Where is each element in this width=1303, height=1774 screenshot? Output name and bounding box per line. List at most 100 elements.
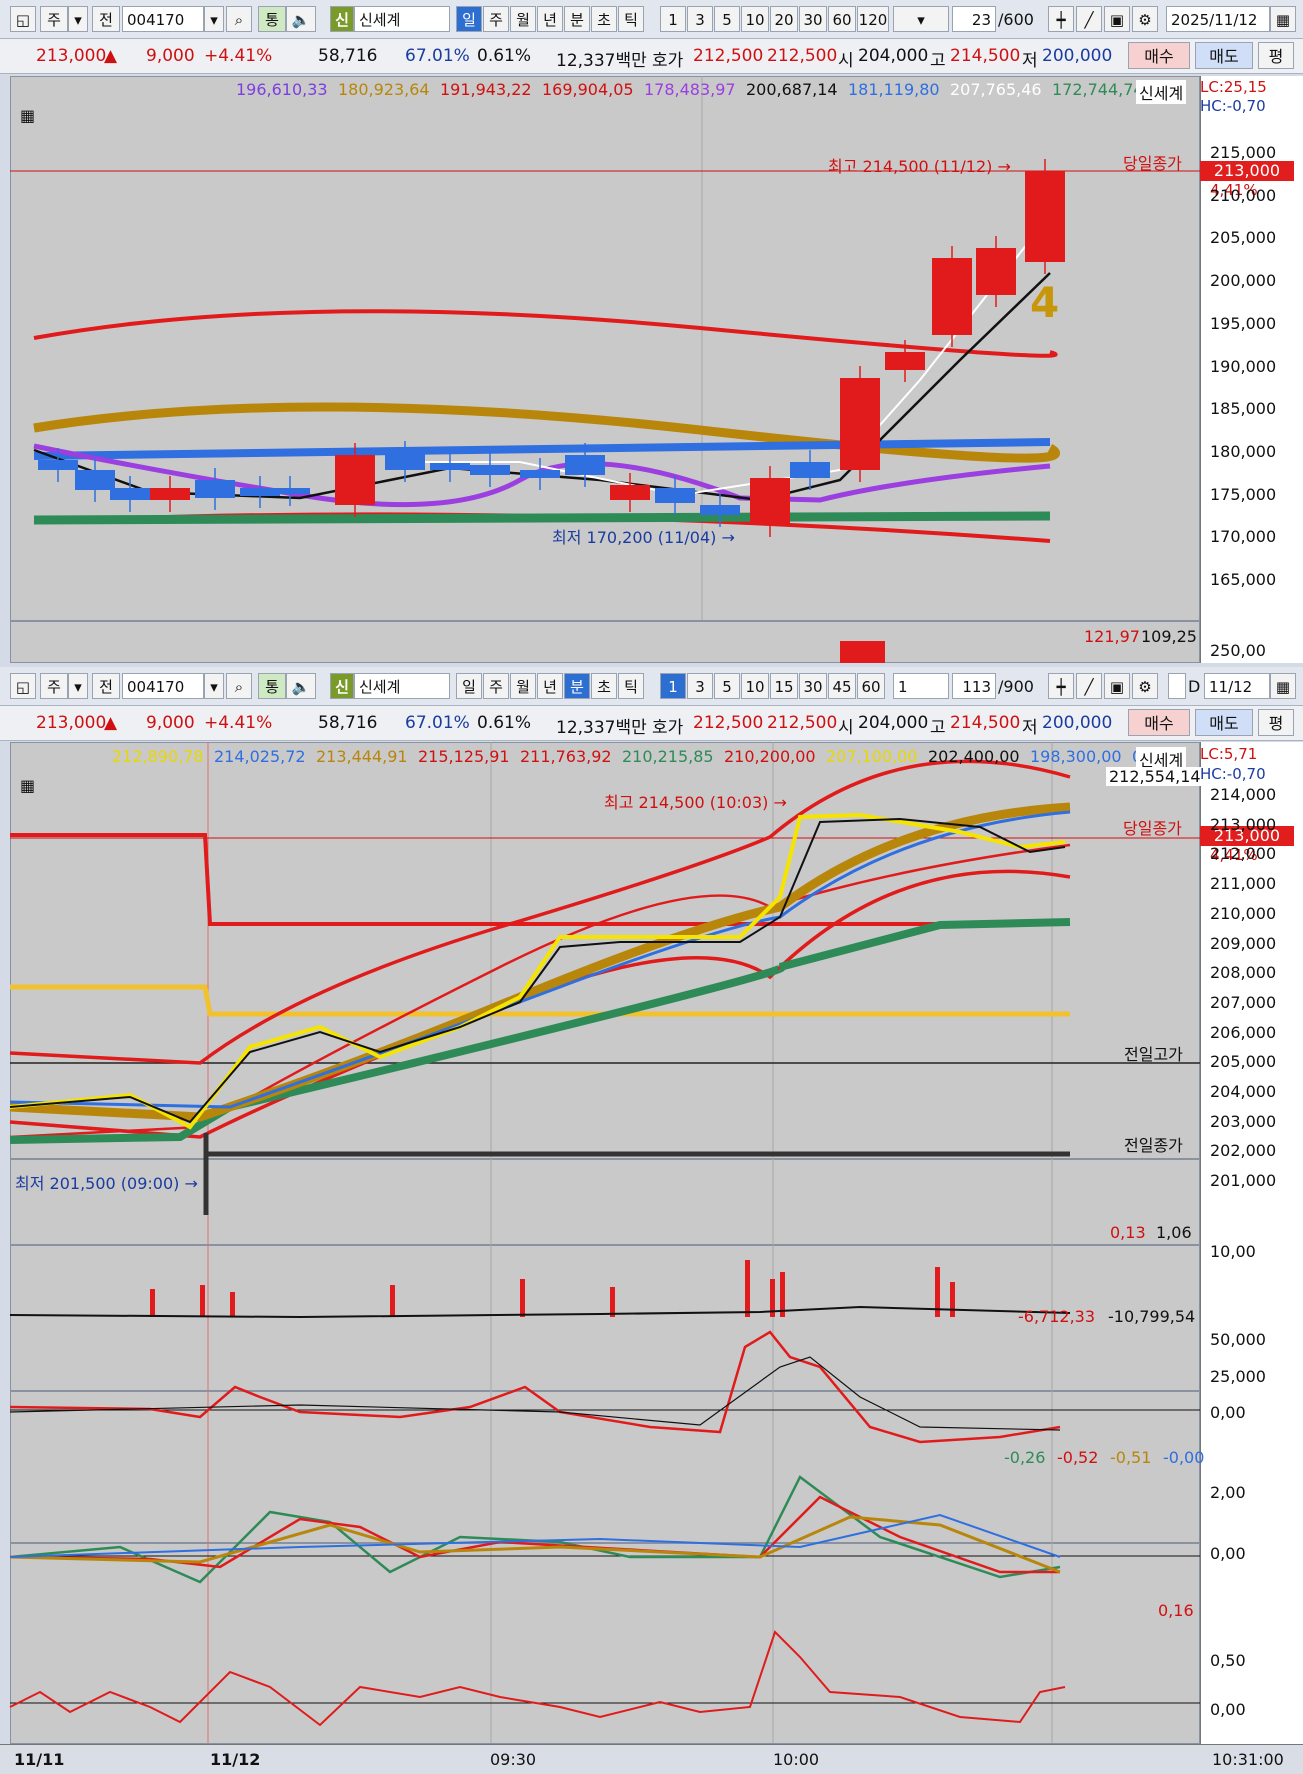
volume-tick: 10,00 — [1210, 1242, 1256, 1261]
daily-low-note: 최저 170,200 (11/04) → — [552, 528, 735, 547]
ma-legend-value: 172,744,74 — [1052, 80, 1144, 99]
y-tick: 214,000 — [1210, 785, 1277, 804]
daily-sub-value-2: 109,25 — [1141, 627, 1197, 646]
time-label: 10:31:00 — [1212, 1750, 1284, 1769]
upper-band — [9, 759, 1071, 1065]
daily-close-price-box: 213,000 — [1200, 161, 1294, 181]
daily-stock-label: 신세계 — [1136, 80, 1187, 104]
y-tick: 200,000 — [1210, 271, 1277, 291]
ma-legend-value: 207,765,46 — [950, 80, 1042, 99]
y-tick: 170,000 — [1210, 527, 1277, 547]
y-tick: 212,000 — [1210, 844, 1277, 864]
ma-legend-value: 202,400,00 — [928, 747, 1020, 766]
candle-body — [976, 248, 1016, 295]
y-tick: 50,000 — [1210, 1330, 1266, 1349]
volume-bar — [950, 1282, 955, 1317]
volume-bar — [150, 1289, 155, 1317]
y-tick: 25,000 — [1210, 1366, 1266, 1386]
candle-body — [150, 488, 190, 500]
y-tick: 0,00 — [1210, 1544, 1246, 1563]
macd-green — [9, 1475, 1061, 1584]
y-tick: 201,000 — [1210, 1171, 1277, 1191]
daily-chart-panel: ◱ 주 ▾ 전 004170 ▾ ⌕ 통 🔈 신 신세계 일주월년분초틱 135… — [0, 0, 1303, 665]
candle-body — [655, 488, 695, 503]
candle-body — [700, 505, 740, 515]
daily-big-number: 4 — [1030, 278, 1060, 327]
y-tick: 190,000 — [1210, 356, 1277, 376]
ma-legend-value: 169,904,05 — [542, 80, 634, 99]
y-tick: 210,000 — [1210, 903, 1277, 923]
minute-prev-close-label: 전일종가 — [1124, 1136, 1183, 1155]
ma-legend-value: 212,890,78 — [112, 747, 204, 766]
daily-chart-svg — [10, 76, 1200, 663]
candle-body — [195, 480, 235, 498]
y-tick: 213,000 — [1210, 814, 1277, 834]
minute-high-note: 최고 214,500 (10:03) → — [604, 793, 787, 812]
volume-bar — [230, 1292, 235, 1317]
volume-ma — [9, 1305, 1071, 1319]
ma-legend-value: 211,763,92 — [520, 747, 612, 766]
candle-body — [1025, 171, 1065, 262]
y-tick: 205,000 — [1210, 228, 1277, 248]
candle-body — [335, 455, 375, 505]
y-tick: 204,000 — [1210, 1082, 1277, 1101]
daily-hc: HC:-0,70 — [1200, 97, 1266, 115]
candle-body — [38, 460, 78, 470]
ma-legend-value: 191,943,22 — [440, 80, 532, 99]
daily-close-label: 당일종가 — [1123, 154, 1182, 173]
last-line — [9, 1630, 1066, 1727]
daily-high-note: 최고 214,500 (11/12) → — [828, 157, 1011, 176]
daily-sub-tick: 250,00 — [1210, 641, 1266, 660]
y-tick: 211,000 — [1210, 874, 1277, 894]
candle-body — [840, 378, 880, 470]
ma-legend-value: 215,125,91 — [418, 747, 510, 766]
ma-legend-value: 214,025,72 — [214, 747, 306, 766]
x-label-11-11: 11/11 — [14, 1750, 65, 1769]
candle-body — [110, 488, 150, 500]
ma-legend-value: 210,215,85 — [622, 747, 714, 766]
last-value: 0,16 — [1158, 1601, 1194, 1620]
upper-band — [33, 309, 1058, 358]
step-red — [10, 833, 1070, 926]
ma-yellow — [9, 812, 1066, 1130]
minute-chart-panel: ◱ 주 ▾ 전 004170 ▾ ⌕ 통 🔈 신 신세계 일주월년분초틱 135… — [0, 667, 1303, 1773]
y-tick: 195,000 — [1210, 313, 1277, 333]
osc-line-red — [9, 1330, 1061, 1444]
ma-green — [33, 511, 1051, 525]
candle-body — [520, 470, 560, 478]
y-tick: 206,000 — [1210, 1022, 1277, 1042]
ma-legend-value: 210,200,00 — [724, 747, 816, 766]
daily-lc: LC:25,15 — [1200, 78, 1267, 96]
volume-bar — [200, 1285, 205, 1317]
ma-legend-value: 213,444,91 — [316, 747, 408, 766]
minute-lc: LC:5,71 — [1200, 745, 1258, 763]
minute-prev-high-label: 전일고가 — [1124, 1045, 1183, 1064]
macd-legend-value: -0,52 — [1057, 1448, 1099, 1467]
ma-gold — [9, 802, 1071, 1122]
minute-close-label: 당일종가 — [1123, 819, 1182, 838]
minute-chart-svg — [9, 742, 1200, 1743]
y-tick: 202,000 — [1210, 1141, 1277, 1161]
y-tick: 215,000 — [1210, 143, 1277, 162]
macd-legend-value: -0,00 — [1163, 1448, 1205, 1467]
y-tick: 207,000 — [1210, 992, 1277, 1012]
grid-toggle-icon[interactable]: ▦ — [20, 776, 35, 795]
y-tick: 210,000 — [1210, 185, 1277, 205]
y-tick: 165,000 — [1210, 570, 1277, 589]
y-tick: 185,000 — [1210, 399, 1277, 419]
candle-body — [885, 352, 925, 370]
macd-legend-value: -0,26 — [1004, 1448, 1046, 1467]
x-label-0930: 09:30 — [490, 1750, 537, 1769]
ma-legend-value: 200,687,14 — [746, 80, 838, 99]
volume-bar — [745, 1260, 750, 1317]
y-tick: 205,000 — [1210, 1052, 1277, 1072]
ma-legend-value: 178,483,97 — [644, 80, 736, 99]
y-tick: 203,000 — [1210, 1111, 1277, 1131]
lower-band — [9, 869, 1071, 1139]
y-tick: 209,000 — [1210, 933, 1277, 953]
volume-bar — [390, 1285, 395, 1317]
y-tick: 175,000 — [1210, 484, 1277, 504]
minute-extra-value: 212,554,14 — [1106, 767, 1204, 786]
time-axis: 11/11 11/12 09:30 10:00 10:31:00 — [0, 1744, 1303, 1774]
grid-toggle-icon[interactable]: ▦ — [20, 106, 35, 125]
